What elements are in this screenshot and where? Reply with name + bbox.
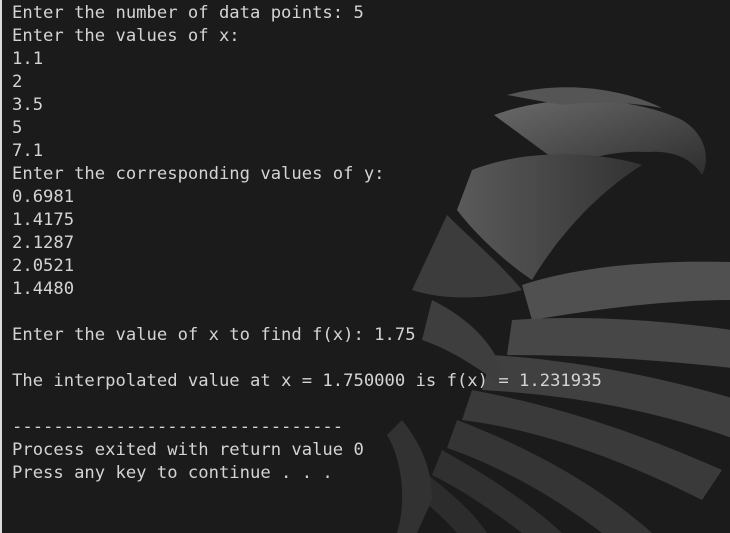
console-line: Enter the number of data points: 5: [12, 3, 364, 23]
console-line: 7.1: [12, 141, 44, 161]
console-window[interactable]: Enter the number of data points: 5 Enter …: [0, 0, 730, 533]
console-line: --------------------------------: [12, 417, 344, 437]
console-line: 2: [12, 72, 23, 92]
console-line: Enter the value of x to find f(x): 1.75: [12, 325, 416, 345]
console-line: 2.1287: [12, 233, 75, 253]
console-line: The interpolated value at x = 1.750000 i…: [12, 371, 602, 391]
console-output: Enter the number of data points: 5 Enter …: [12, 2, 602, 485]
console-line: 1.1: [12, 49, 44, 69]
console-line: 3.5: [12, 95, 44, 115]
console-line: Enter the values of x:: [12, 26, 240, 46]
console-line: Press any key to continue . . .: [12, 463, 333, 483]
console-line: 5: [12, 118, 23, 138]
console-line: 1.4480: [12, 279, 75, 299]
console-line: 1.4175: [12, 210, 75, 230]
console-line: Process exited with return value 0: [12, 440, 364, 460]
console-line: Enter the corresponding values of y:: [12, 164, 385, 184]
console-line: 2.0521: [12, 256, 75, 276]
console-line: 0.6981: [12, 187, 75, 207]
